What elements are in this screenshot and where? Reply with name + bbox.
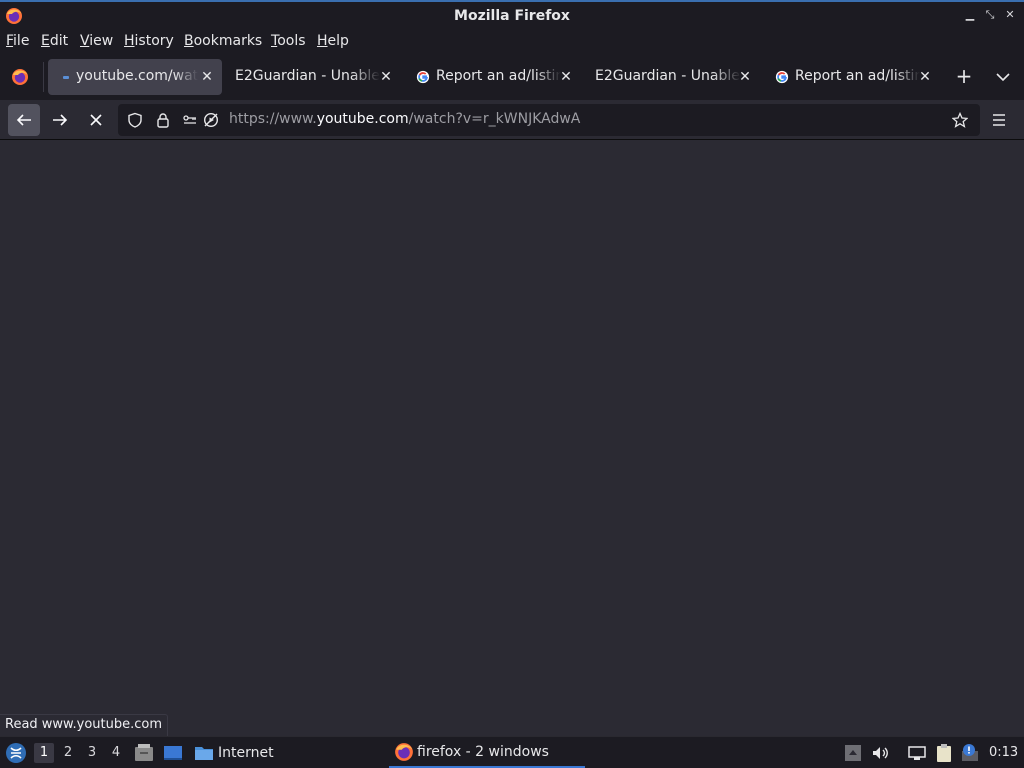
tray-expand-icon[interactable] xyxy=(843,743,863,763)
menu-tools[interactable]: Tools xyxy=(271,33,306,49)
tab-strip: youtube.com/watch?v=r_kWNJKAdwA ✕ E2Guar… xyxy=(0,54,1024,100)
url-bar[interactable]: https://www.youtube.com/watch?v=r_kWNJKA… xyxy=(118,104,980,136)
firefox-view-icon[interactable] xyxy=(11,68,29,86)
show-desktop-icon[interactable] xyxy=(163,743,183,763)
url-path: /watch?v=r_kWNJKAdwA xyxy=(408,111,581,127)
tab-label: Report an ad/listing xyxy=(795,68,920,84)
tab-close-icon[interactable]: ✕ xyxy=(917,67,933,87)
close-icon xyxy=(90,114,102,126)
folder-icon[interactable] xyxy=(194,743,214,763)
firefox-icon xyxy=(395,743,413,761)
volume-icon[interactable] xyxy=(870,743,890,763)
tab-close-icon[interactable]: ✕ xyxy=(737,67,753,87)
workspace-3[interactable]: 3 xyxy=(82,743,102,763)
window-titlebar: Mozilla Firefox ▁ ⤡ ✕ xyxy=(0,0,1024,29)
internet-launcher-label[interactable]: Internet xyxy=(218,745,274,761)
tab-strip-divider xyxy=(43,62,44,92)
back-button[interactable] xyxy=(8,104,40,136)
file-manager-icon[interactable] xyxy=(134,743,154,763)
restore-button[interactable]: ⤡ xyxy=(983,8,997,22)
shield-icon[interactable] xyxy=(127,112,143,128)
lock-icon[interactable] xyxy=(155,112,171,128)
menu-view[interactable]: View xyxy=(80,33,113,49)
clipboard-icon[interactable] xyxy=(934,743,954,763)
arrow-right-icon xyxy=(53,114,68,126)
menu-history[interactable]: History xyxy=(124,33,174,49)
clock: 0:13 xyxy=(989,745,1019,760)
menu-bookmarks[interactable]: Bookmarks xyxy=(184,33,262,49)
tab-close-icon[interactable]: ✕ xyxy=(558,67,574,87)
chevron-down-icon[interactable] xyxy=(994,68,1012,86)
url-text[interactable]: https://www.youtube.com/watch?v=r_kWNJKA… xyxy=(229,111,580,127)
menu-bar: File Edit View History Bookmarks Tools H… xyxy=(0,29,1024,54)
tab-e2guardian-2[interactable]: E2Guardian - Unable to load the requeste… xyxy=(586,59,760,95)
tab-label: E2Guardian - Unable to load the requeste… xyxy=(595,68,741,84)
workspace-1[interactable]: 1 xyxy=(34,743,54,763)
arrow-left-icon xyxy=(16,114,31,126)
navigation-bar: https://www.youtube.com/watch?v=r_kWNJKA… xyxy=(0,100,1024,140)
stop-button[interactable] xyxy=(80,104,112,136)
workspace-4[interactable]: 4 xyxy=(106,743,126,763)
taskbar-firefox-task[interactable]: firefox - 2 windows xyxy=(389,737,585,768)
window-title: Mozilla Firefox xyxy=(454,8,570,24)
tab-report-ad-1[interactable]: Report an ad/listing ✕ xyxy=(406,59,580,95)
google-icon xyxy=(416,70,430,84)
taskbar: 1 2 3 4 Internet firefox - 2 windows 0:1… xyxy=(0,736,1024,768)
workspace-2[interactable]: 2 xyxy=(58,743,78,763)
star-icon[interactable] xyxy=(952,112,968,128)
tab-report-ad-2[interactable]: Report an ad/listing ✕ xyxy=(765,59,939,95)
tab-close-icon[interactable]: ✕ xyxy=(378,67,394,87)
tab-close-icon[interactable]: ✕ xyxy=(199,67,215,87)
close-window-button[interactable]: ✕ xyxy=(1003,8,1017,22)
google-icon xyxy=(775,70,789,84)
page-content[interactable] xyxy=(0,141,1024,736)
network-icon[interactable] xyxy=(907,743,927,763)
start-menu-icon[interactable] xyxy=(5,742,27,764)
tab-loading-icon xyxy=(63,76,69,79)
url-prefix: https://www. xyxy=(229,111,317,127)
tab-label: E2Guardian - Unable to load the requeste… xyxy=(235,68,380,84)
new-tab-icon[interactable]: + xyxy=(955,66,973,86)
tab-youtube[interactable]: youtube.com/watch?v=r_kWNJKAdwA ✕ xyxy=(48,59,222,95)
permissions-icon[interactable] xyxy=(182,112,198,128)
autoplay-blocked-icon[interactable] xyxy=(203,112,219,128)
menu-edit[interactable]: Edit xyxy=(41,33,68,49)
menu-help[interactable]: Help xyxy=(317,33,349,49)
task-label: firefox - 2 windows xyxy=(417,744,549,760)
url-domain: youtube.com xyxy=(316,111,409,127)
tab-label: youtube.com/watch?v=r_kWNJKAdwA xyxy=(76,68,198,84)
hamburger-menu-icon[interactable] xyxy=(990,111,1008,129)
menu-file[interactable]: File xyxy=(6,33,29,49)
tab-label: Report an ad/listing xyxy=(436,68,561,84)
tab-e2guardian-1[interactable]: E2Guardian - Unable to load the requeste… xyxy=(226,59,398,95)
status-panel: Read www.youtube.com xyxy=(0,714,169,736)
notification-icon[interactable] xyxy=(960,743,980,763)
forward-button[interactable] xyxy=(44,104,76,136)
minimize-button[interactable]: ▁ xyxy=(963,8,977,22)
